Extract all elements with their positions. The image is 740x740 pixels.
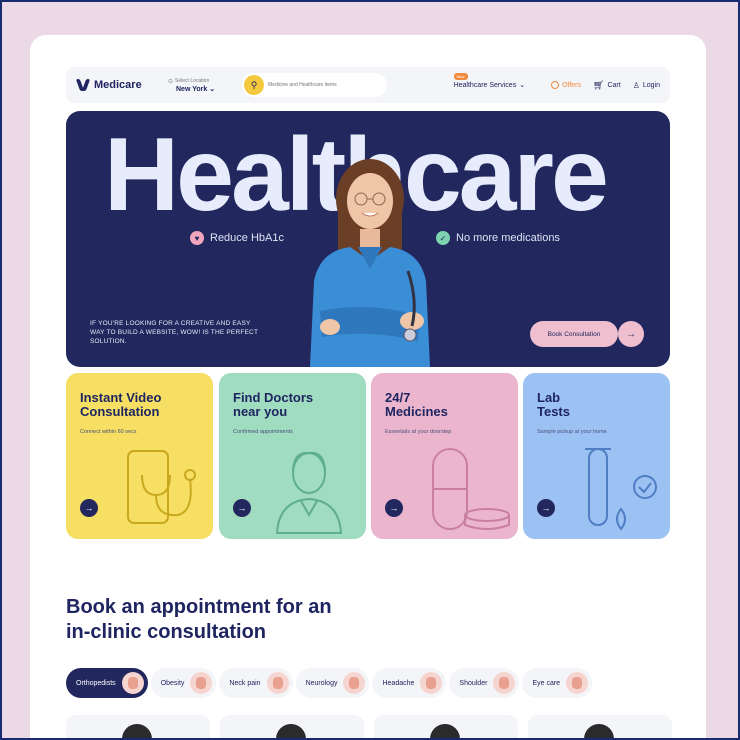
chip-shoulder[interactable]: Shoulder	[449, 668, 520, 698]
pill-icon	[432, 448, 510, 530]
arrow-right-icon[interactable]: →	[233, 499, 251, 517]
logo-icon	[76, 79, 90, 91]
service-title: Consultation	[80, 404, 160, 420]
login-label: Login	[642, 81, 660, 89]
hero-bullet: ♥ Reduce HbA1c	[190, 231, 284, 245]
hero-banner: Healthcare ♥	[66, 111, 670, 367]
heart-icon: ♥	[190, 231, 204, 245]
service-title: Tests	[537, 404, 570, 420]
search-bar: ⚲	[242, 73, 387, 97]
bullet-label: Reduce HbA1c	[210, 232, 284, 244]
brain-icon	[343, 672, 366, 694]
doctor-avatar	[430, 724, 460, 740]
login-link[interactable]: ♙ Login	[633, 81, 660, 90]
book-consultation-button[interactable]: Book Consultation	[530, 321, 618, 347]
bullet-label: No more medications	[456, 232, 560, 244]
location-pin-icon: ⊙	[168, 78, 174, 85]
chip-eye-care[interactable]: Eye care	[522, 668, 593, 698]
chip-neck-pain[interactable]: Neck pain	[219, 668, 293, 698]
arrow-right-icon[interactable]: →	[385, 499, 403, 517]
brand-name: Medicare	[94, 79, 142, 91]
doctor-icon	[275, 451, 343, 534]
doctor-cards	[66, 715, 672, 740]
specialty-chips: Orthopedists Obesity Neck pain Neurology…	[66, 668, 593, 698]
eye-icon	[566, 672, 589, 694]
location-value: New York	[176, 85, 208, 93]
search-icon[interactable]: ⚲	[244, 75, 264, 95]
service-card-doctors[interactable]: Find Doctors near you Confirmed appointm…	[219, 373, 366, 539]
hero-copy: IF YOU'RE LOOKING FOR A CREATIVE AND EAS…	[90, 320, 258, 346]
search-input[interactable]	[268, 82, 378, 88]
doctor-avatar	[584, 724, 614, 740]
service-card-medicines[interactable]: 24/7 Medicines Essentials at your doorst…	[371, 373, 518, 539]
arrow-right-icon[interactable]: →	[80, 499, 98, 517]
body-icon	[190, 672, 213, 694]
doctor-avatar	[122, 724, 152, 740]
new-badge: New	[453, 73, 468, 80]
check-icon: ✓	[436, 231, 450, 245]
offer-icon	[551, 81, 560, 89]
offers-label: Offers	[562, 81, 582, 89]
arrow-right-icon[interactable]: →	[618, 321, 644, 347]
brand-logo[interactable]: Medicare	[76, 79, 166, 91]
service-title: Find Doctors	[233, 390, 314, 405]
chip-obesity[interactable]: Obesity	[150, 668, 217, 698]
user-icon: ♙	[632, 80, 640, 90]
service-title: Instant Video	[80, 390, 162, 405]
service-subtitle: Sample pickup at your home	[537, 429, 607, 435]
service-subtitle: Connect within 60 secs	[80, 429, 137, 435]
location-selector[interactable]: ⊙ Select Location New York ⌄	[168, 78, 238, 93]
section-title-line: Book an appointment for an	[66, 596, 332, 618]
chevron-down-icon: ⌄	[519, 82, 526, 89]
cart-icon: 🛒︎	[593, 79, 605, 90]
phone-stethoscope-icon	[127, 450, 196, 524]
service-title: Medicines	[385, 404, 448, 420]
chip-neurology[interactable]: Neurology	[295, 668, 370, 698]
test-tube-icon	[585, 448, 657, 531]
doctor-avatar	[276, 724, 306, 740]
service-title: Lab	[537, 390, 561, 405]
neck-icon	[266, 672, 289, 694]
services-label: Healthcare Services	[453, 81, 517, 89]
service-card-video[interactable]: Instant Video Consultation Connect withi…	[66, 373, 213, 539]
service-subtitle: Confirmed appointments	[233, 429, 293, 435]
location-label: Select Location	[175, 78, 210, 84]
service-subtitle: Essentials at your doorstep	[385, 429, 452, 435]
section-title-line: in-clinic consultation	[66, 621, 267, 644]
doctor-card[interactable]	[528, 715, 672, 740]
section-title: Book an appointment for an in-clinic con…	[66, 595, 386, 646]
service-title: near you	[233, 404, 288, 420]
head-icon	[420, 672, 443, 694]
arrow-right-icon[interactable]: →	[537, 499, 555, 517]
cart-link[interactable]: 🛒︎ Cart	[593, 80, 621, 91]
cart-label: Cart	[607, 81, 621, 89]
service-title: 24/7	[385, 390, 411, 405]
doctor-card[interactable]	[66, 715, 210, 740]
doctor-card[interactable]	[374, 715, 518, 740]
doctor-image	[310, 159, 430, 367]
hero-bullet: ✓ No more medications	[436, 231, 560, 245]
service-card-lab-tests[interactable]: Lab Tests Sample pickup at your home →	[523, 373, 670, 539]
healthcare-services-menu[interactable]: New Healthcare Services ⌄	[453, 73, 526, 89]
chip-orthopedists[interactable]: Orthopedists	[66, 668, 148, 698]
chevron-down-icon: ⌄	[209, 85, 216, 93]
shoulder-icon	[493, 672, 516, 694]
chip-headache[interactable]: Headache	[372, 668, 447, 698]
doctor-card[interactable]	[220, 715, 364, 740]
top-nav: Medicare ⊙ Select Location New York ⌄ ⚲ …	[66, 67, 670, 103]
knee-icon	[121, 672, 144, 694]
offers-link[interactable]: Offers	[551, 81, 581, 89]
